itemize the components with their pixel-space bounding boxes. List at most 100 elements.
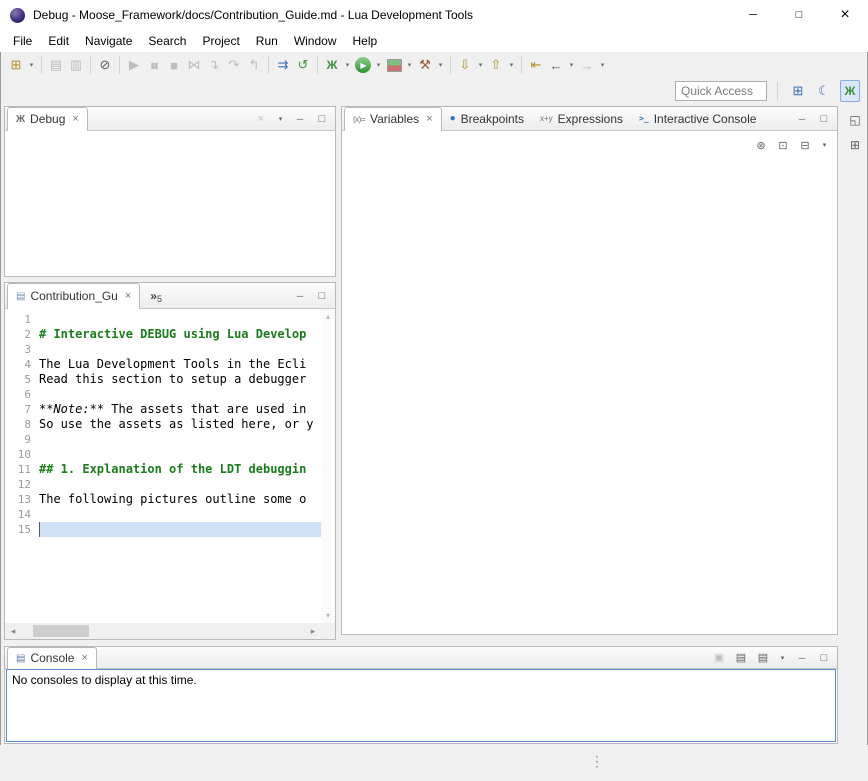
run-button[interactable]: ▶ — [355, 57, 371, 73]
pin-console-button[interactable]: ▣ — [712, 650, 726, 666]
menu-navigate[interactable]: Navigate — [77, 31, 140, 51]
minimize-view-icon[interactable]: ─ — [293, 288, 307, 304]
minimize-view-icon[interactable]: ─ — [293, 111, 307, 127]
minimize-view-icon[interactable]: ─ — [795, 650, 809, 666]
lua-perspective-button[interactable]: ☾ — [814, 80, 834, 102]
display-selected-console-button[interactable]: ▤ — [734, 650, 748, 666]
editor-horizontal-scrollbar[interactable]: ◂ ▸ — [5, 623, 321, 639]
editor-line[interactable]: 8So use the assets as listed here, or y — [5, 417, 321, 432]
resume-button[interactable]: ▶ — [124, 54, 144, 76]
scroll-up-icon[interactable]: ▴ — [326, 312, 330, 321]
minimize-view-icon[interactable]: ─ — [795, 111, 809, 127]
use-step-filters-button[interactable]: ⇉ — [273, 54, 293, 76]
new-wizard-dropdown[interactable]: ▾ — [26, 54, 37, 76]
maximize-window-button[interactable]: □ — [776, 0, 822, 30]
forward-dropdown[interactable]: ▾ — [597, 54, 608, 76]
editor-line[interactable]: 9 — [5, 432, 321, 447]
coverage-dropdown[interactable]: ▾ — [404, 54, 415, 76]
menu-run[interactable]: Run — [248, 31, 286, 51]
menu-help[interactable]: Help — [345, 31, 386, 51]
editor-line[interactable]: 11## 1. Explanation of the LDT debuggin — [5, 462, 321, 477]
editor-line[interactable]: 2# Interactive DEBUG using Lua Develop — [5, 327, 321, 342]
show-logical-structures-button[interactable]: ⊛ — [754, 137, 768, 153]
open-perspective-button[interactable]: ⊞ — [788, 80, 808, 102]
menu-search[interactable]: Search — [140, 31, 194, 51]
editor-lines[interactable]: 12# Interactive DEBUG using Lua Develop3… — [5, 312, 321, 623]
open-console-button[interactable]: ▤ — [756, 650, 770, 666]
editor-line[interactable]: 13The following pictures outline some o — [5, 492, 321, 507]
maximize-view-icon[interactable]: □ — [315, 288, 329, 304]
menu-edit[interactable]: Edit — [40, 31, 77, 51]
editor-line[interactable]: 4The Lua Development Tools in the Ecli — [5, 357, 321, 372]
editor-line[interactable]: 15 — [5, 522, 321, 537]
debug-perspective-button[interactable]: Ж — [840, 80, 860, 102]
console-output[interactable]: No consoles to display at this time. — [6, 669, 836, 742]
maximize-view-icon[interactable]: □ — [315, 111, 329, 127]
scroll-down-icon[interactable]: ▾ — [326, 611, 330, 620]
editor-line[interactable]: 3 — [5, 342, 321, 357]
maximize-view-icon[interactable]: □ — [817, 111, 831, 127]
close-window-button[interactable]: × — [822, 0, 868, 30]
step-into-button[interactable]: ↴ — [204, 54, 224, 76]
external-tools-button[interactable]: ⚒ — [415, 54, 435, 76]
editor-line[interactable]: 7**Note:** The assets that are used in — [5, 402, 321, 417]
show-type-names-button[interactable]: ⊡ — [776, 137, 790, 153]
tab-breakpoints[interactable]: ●Breakpoints — [442, 107, 532, 130]
view-menu-icon[interactable]: ▾ — [820, 137, 829, 153]
restart-button[interactable]: ↺ — [293, 54, 313, 76]
debug-dropdown[interactable]: ▾ — [342, 54, 353, 76]
scrollbar-thumb[interactable] — [33, 625, 89, 637]
editor-line[interactable]: 10 — [5, 447, 321, 462]
menu-project[interactable]: Project — [194, 31, 247, 51]
tab-contribution-guide[interactable]: ▤ Contribution_Gu × — [7, 283, 140, 308]
close-icon[interactable]: × — [72, 113, 78, 125]
disconnect-button[interactable]: ⋈ — [184, 54, 204, 76]
maximize-view-icon[interactable]: □ — [817, 650, 831, 666]
editor-line[interactable]: 6 — [5, 387, 321, 402]
quick-access-input[interactable] — [675, 81, 767, 101]
terminate-button[interactable]: ■ — [164, 54, 184, 76]
scrollbar-track[interactable] — [21, 623, 305, 639]
minimize-window-button[interactable]: ─ — [730, 0, 776, 30]
tab-debug[interactable]: Ж Debug × — [7, 107, 88, 130]
skip-all-breakpoints-button[interactable]: ⊘ — [95, 54, 115, 76]
menu-window[interactable]: Window — [286, 31, 345, 51]
editor-vertical-scrollbar[interactable]: ▴ ▾ — [321, 309, 335, 623]
remove-all-terminated-button[interactable]: × — [254, 111, 268, 127]
open-console-dropdown[interactable]: ▾ — [778, 650, 787, 666]
close-icon[interactable]: × — [426, 113, 432, 125]
tab-variables[interactable]: (x)=Variables× — [344, 107, 442, 130]
last-edit-location-button[interactable]: ⇤ — [526, 54, 546, 76]
statusbar-grip[interactable]: ⋮ — [590, 753, 604, 770]
menu-file[interactable]: File — [5, 31, 40, 51]
step-return-button[interactable]: ↰ — [244, 54, 264, 76]
close-icon[interactable]: × — [81, 652, 87, 664]
previous-annotation-button[interactable]: ⇧ — [486, 54, 506, 76]
external-tools-dropdown[interactable]: ▾ — [435, 54, 446, 76]
back-button[interactable]: ← — [546, 54, 566, 76]
scroll-left-icon[interactable]: ◂ — [5, 626, 21, 637]
coverage-button[interactable]: ▥ — [387, 59, 402, 72]
outline-view-icon[interactable]: ⊞ — [846, 136, 864, 154]
view-menu-icon[interactable]: ▾ — [276, 111, 285, 127]
scroll-right-icon[interactable]: ▸ — [305, 626, 321, 637]
close-icon[interactable]: × — [125, 290, 131, 302]
tab-iconsole[interactable]: >_Interactive Console — [631, 107, 764, 130]
next-annotation-dropdown[interactable]: ▾ — [475, 54, 486, 76]
step-over-button[interactable]: ↷ — [224, 54, 244, 76]
collapse-all-button[interactable]: ⊟ — [798, 137, 812, 153]
back-dropdown[interactable]: ▾ — [566, 54, 577, 76]
hidden-tabs-chevron[interactable]: »5 — [150, 283, 162, 308]
restore-views-icon[interactable]: ◱ — [846, 111, 864, 129]
tab-expressions[interactable]: x+yExpressions — [532, 107, 631, 130]
previous-annotation-dropdown[interactable]: ▾ — [506, 54, 517, 76]
tab-console[interactable]: ▤ Console × — [7, 647, 97, 668]
editor-line[interactable]: 5Read this section to setup a debugger — [5, 372, 321, 387]
save-all-button[interactable]: ▥ — [66, 54, 86, 76]
next-annotation-button[interactable]: ⇩ — [455, 54, 475, 76]
run-dropdown[interactable]: ▾ — [373, 54, 384, 76]
forward-button[interactable]: → — [577, 54, 597, 76]
save-button[interactable]: ▤ — [46, 54, 66, 76]
editor-line[interactable]: 12 — [5, 477, 321, 492]
suspend-button[interactable]: ▮▮ — [144, 54, 164, 76]
